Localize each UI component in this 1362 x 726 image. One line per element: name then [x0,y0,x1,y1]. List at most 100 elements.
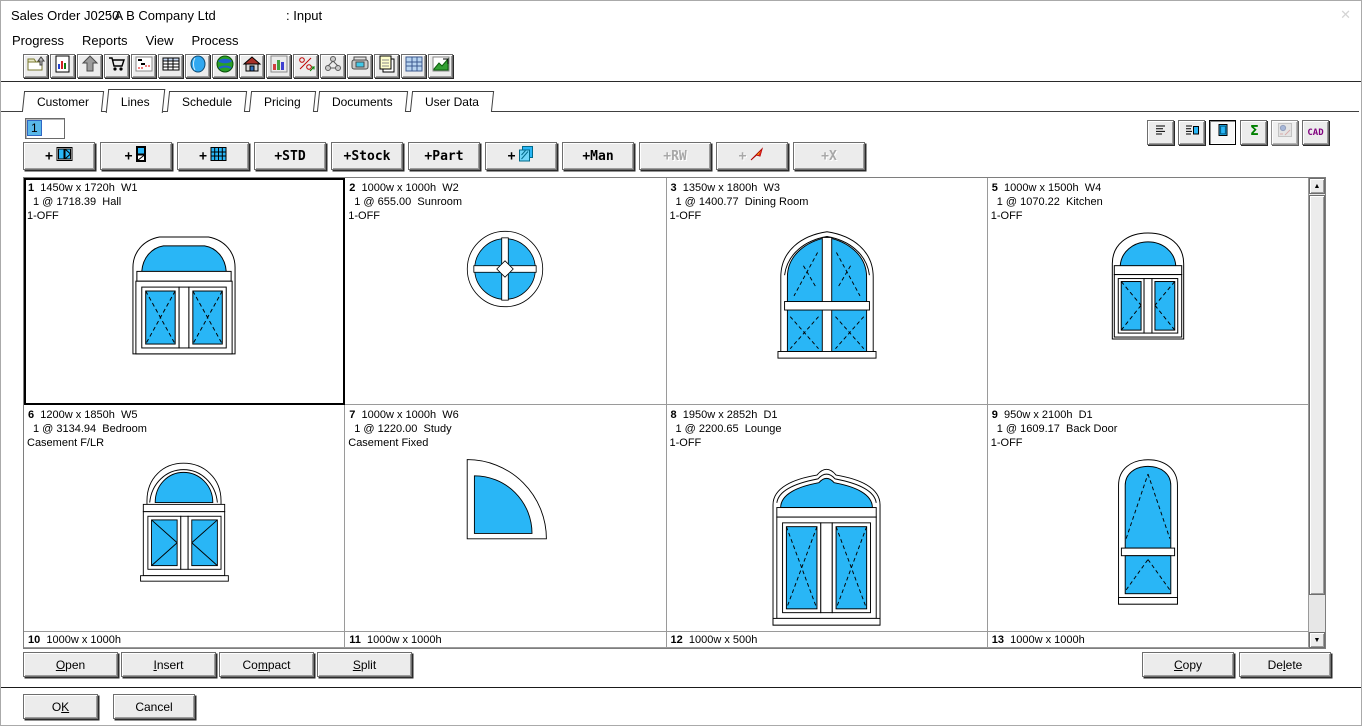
line-header: 7 1000w x 1000h W6 [345,408,665,422]
add-button-label: + [125,149,133,164]
add-std-button[interactable]: +STD [254,142,326,170]
toolbar-button-globe-icon[interactable] [212,54,237,78]
menu-item-progress[interactable]: Progress [3,31,73,50]
toolbar-button-machining-icon[interactable] [347,54,372,78]
button-label: Delete [1268,658,1303,672]
toolbar-button-order-cart-icon[interactable] [104,54,129,78]
line-cell-11[interactable]: 11 1000w x 1000h [345,632,666,648]
tab-bar: CustomerLinesSchedule Pricing DocumentsUse… [1,89,1359,112]
toolbar-button-costing-percent-icon[interactable] [293,54,318,78]
line-cell-12[interactable]: 12 1000w x 500h [667,632,988,648]
costing-view-button[interactable] [1271,120,1298,145]
delete-button[interactable]: Delete [1239,652,1331,677]
add-part-button[interactable]: +Part [408,142,480,170]
globe-icon [215,54,235,79]
line-cell-9[interactable]: 9 950w x 2100h D11 @ 1609.17 Back Door1-… [988,405,1309,632]
add-button-label: + [739,149,747,164]
text-view-button[interactable] [1147,120,1174,145]
window-drawing-gothic-arch-window [667,228,987,360]
view-buttons-row: Σ CAD [1147,120,1329,145]
line-cell-2[interactable]: 2 1000w x 1000h W21 @ 655.00 Sunroom1-OF… [345,178,666,405]
toolbar-button-network-icon[interactable] [320,54,345,78]
line-number: 1 [28,182,34,194]
picture-view-button[interactable] [1209,120,1236,145]
frame-icon [56,146,73,166]
add-x-button[interactable]: +X [793,142,865,170]
menu-item-process[interactable]: Process [183,31,248,50]
batch-table-icon [161,54,181,79]
line-cell-7[interactable]: 7 1000w x 1000h W61 @ 1220.00 StudyCasem… [345,405,666,632]
close-icon[interactable]: ✕ [1340,7,1351,23]
tab-label: Pricing [264,95,301,109]
text-picture-view-button[interactable] [1178,120,1205,145]
button-label: OK [52,700,69,714]
scroll-up-icon[interactable]: ▲ [1309,178,1325,194]
add-button-label: + [508,149,516,164]
network-icon [323,54,343,79]
add-button-label: +Part [424,149,463,164]
grid-scrollbar[interactable]: ▲ ▼ [1308,178,1325,648]
insert-button[interactable]: Insert [121,652,216,677]
add-arrow-marker-button[interactable]: + [716,142,788,170]
line-cell-13[interactable]: 13 1000w x 1000h [988,632,1309,648]
toolbar-button-analysis-bars-icon[interactable] [266,54,291,78]
upload-arrow-icon [80,54,100,79]
add-man-button[interactable]: +Man [562,142,634,170]
tab-customer[interactable]: Customer [22,91,104,112]
tab-documents[interactable]: Documents [317,91,408,112]
tab-schedule[interactable]: Schedule [167,91,247,112]
add-frames-stack-button[interactable]: + [485,142,557,170]
toolbar-button-open-order-icon[interactable] [23,54,48,78]
line-note: Casement Fixed [345,436,665,450]
cancel-button[interactable]: Cancel [113,694,195,719]
ok-button[interactable]: OK [23,694,98,719]
toolbar-button-report-chart-icon[interactable] [50,54,75,78]
line-note: 1-OFF [24,209,344,223]
tab-pricing[interactable]: Pricing [249,91,316,112]
sigma-button[interactable]: Σ [1240,120,1267,145]
tab-lines[interactable]: Lines [106,89,165,113]
add-bay-grid-button[interactable]: + [177,142,249,170]
open-button[interactable]: Open [23,652,118,677]
line-header: 12 1000w x 500h [667,633,987,647]
line-note: 1-OFF [988,209,1308,223]
add-stock-button[interactable]: +Stock [331,142,403,170]
add-sash-button[interactable]: + [100,142,172,170]
compact-button[interactable]: Compact [219,652,314,677]
add-frame-button[interactable]: + [23,142,95,170]
picture-view-icon [1215,122,1231,143]
menu-item-reports[interactable]: Reports [73,31,137,50]
line-price: 1 @ 1070.22 Kitchen [988,195,1308,209]
toolbar-button-export-chart-icon[interactable] [428,54,453,78]
tab-user-data[interactable]: User Data [410,91,494,112]
toolbar-button-planning-icon[interactable] [131,54,156,78]
line-cell-3[interactable]: 3 1350w x 1800h W31 @ 1400.77 Dining Roo… [667,178,988,405]
scroll-down-icon[interactable]: ▼ [1309,632,1325,648]
line-note: Casement F/LR [24,436,344,450]
add-rw-button[interactable]: +RW [639,142,711,170]
line-cell-5[interactable]: 5 1000w x 1500h W41 @ 1070.22 Kitchen1-O… [988,178,1309,405]
toolbar-button-batch-table-icon[interactable] [158,54,183,78]
line-cell-8[interactable]: 8 1950w x 2852h D11 @ 2200.65 Lounge1-OF… [667,405,988,632]
menu-item-view[interactable]: View [137,31,183,50]
split-button[interactable]: Split [317,652,412,677]
window-title: Sales Order J0250 [11,8,119,23]
button-label: Compact [242,658,290,672]
line-cell-6[interactable]: 6 1200w x 1850h W51 @ 3134.94 BedroomCas… [24,405,345,632]
toolbar-button-glass-unit-icon[interactable] [185,54,210,78]
window-drawing-french-doors [667,455,987,627]
toolbar-button-optimise-grid-icon[interactable] [401,54,426,78]
scrollbar-thumb[interactable] [1309,195,1325,595]
line-header: 3 1350w x 1800h W3 [667,181,987,195]
title-bar: Sales Order J0250 : A B Company Ltd : In… [1,1,1361,29]
line-cell-10[interactable]: 10 1000w x 1000h [24,632,345,648]
line-cell-1[interactable]: 1 1450w x 1720h W11 @ 1718.39 Hall1-OFF [24,178,345,405]
cad-button[interactable]: CAD [1302,120,1329,145]
copy-button[interactable]: Copy [1142,652,1234,677]
toolbar-button-site-house-icon[interactable] [239,54,264,78]
line-number-input[interactable]: 1 [25,118,65,139]
line-header: 11 1000w x 1000h [345,633,665,647]
toolbar-button-upload-arrow-icon[interactable] [77,54,102,78]
toolbar-button-copy-doc-icon[interactable] [374,54,399,78]
button-label: Split [353,658,376,672]
